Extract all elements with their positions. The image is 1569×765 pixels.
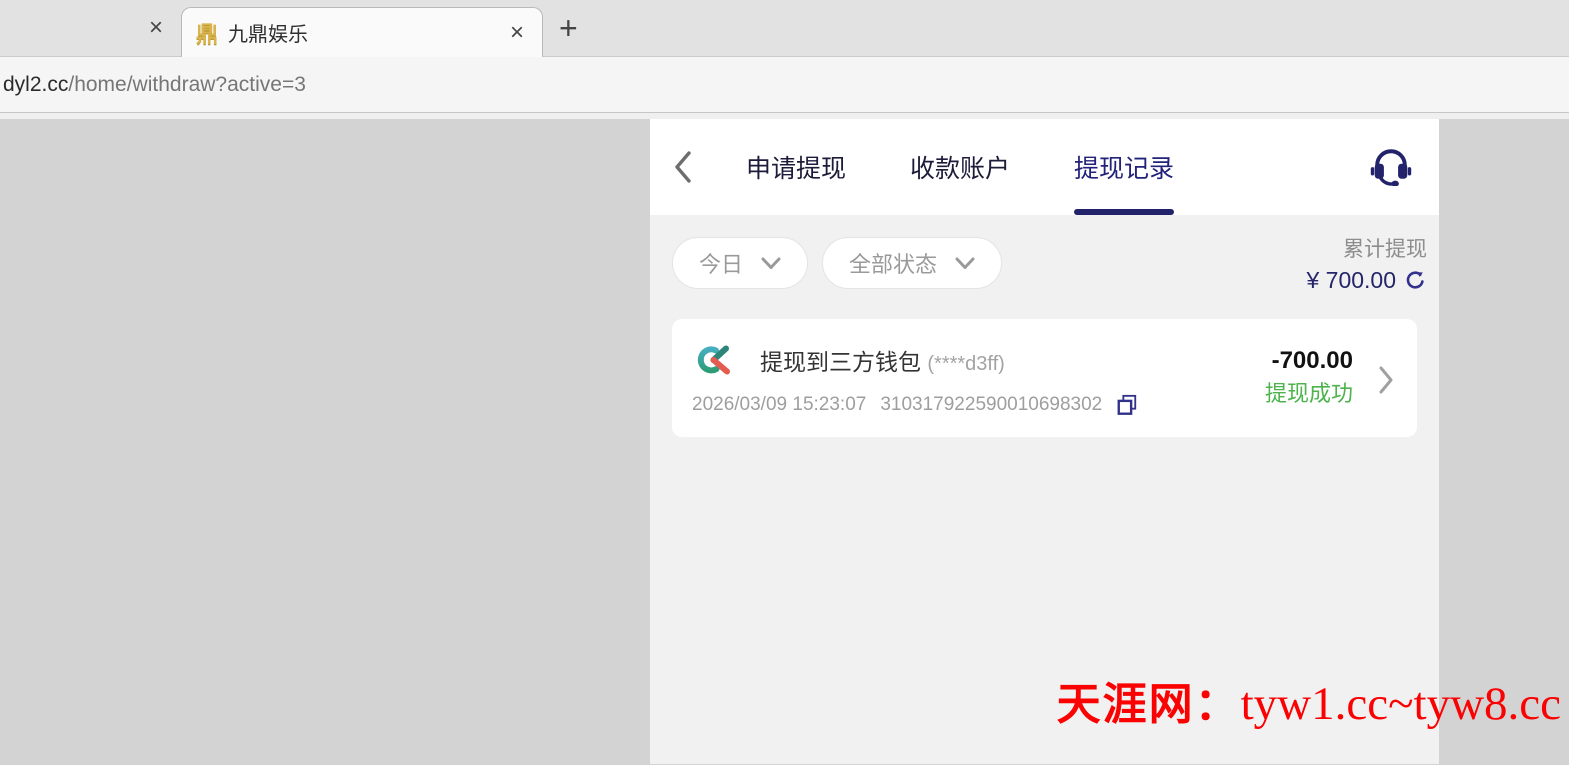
back-button[interactable] — [650, 150, 716, 184]
ck-logo-icon — [697, 345, 730, 375]
chevron-down-icon — [761, 257, 781, 269]
page-content: 申请提现 收款账户 提现记录 今日 全部状态 累计提现 ¥ 700.00 提现到… — [0, 113, 1569, 764]
record-amount-block: -700.00 提现成功 — [1265, 347, 1353, 413]
status-filter-dropdown[interactable]: 全部状态 — [822, 237, 1003, 289]
url-domain: dyl2.cc — [3, 72, 69, 96]
copy-icon[interactable] — [1116, 393, 1138, 417]
url-text[interactable]: dyl2.cc/home/withdraw?active=3 — [3, 73, 306, 97]
panel-header: 申请提现 收款账户 提现记录 — [650, 119, 1439, 215]
watermark-text: 天涯网：tyw1.cc~tyw8.cc — [1057, 668, 1561, 732]
refresh-icon[interactable] — [1404, 269, 1427, 292]
tab-receiving-account[interactable]: 收款账户 — [908, 119, 1012, 215]
record-amount: -700.00 — [1271, 347, 1353, 374]
record-order-number: 310317922590010698302 — [880, 394, 1103, 415]
headset-icon — [1370, 148, 1412, 187]
url-path: /home/withdraw?active=3 — [68, 72, 306, 96]
tab-withdraw-records[interactable]: 提现记录 — [1072, 119, 1176, 215]
tab-label: 提现记录 — [1074, 155, 1175, 183]
watermark-urls: tyw1.cc~tyw8.cc — [1240, 678, 1561, 730]
tab-label: 申请提现 — [746, 155, 847, 183]
filter-row: 今日 全部状态 累计提现 ¥ 700.00 — [650, 215, 1439, 297]
chevron-left-icon — [675, 151, 691, 183]
browser-tab-strip: × 鼎 九鼎娱乐 × + — [0, 0, 1569, 57]
customer-service-button[interactable] — [1369, 144, 1413, 191]
withdraw-summary: 累计提现 ¥ 700.00 — [1306, 237, 1427, 297]
tab-apply-withdraw[interactable]: 申请提现 — [744, 119, 848, 215]
watermark-prefix: 天涯网： — [1056, 680, 1241, 729]
browser-tab-active[interactable]: 鼎 九鼎娱乐 × — [181, 7, 543, 57]
close-icon[interactable]: × — [143, 15, 169, 40]
record-title: 提现到三方钱包 (****d3ff) — [760, 349, 1005, 375]
date-filter-dropdown[interactable]: 今日 — [672, 237, 809, 289]
tab-label: 收款账户 — [910, 155, 1011, 183]
summary-label: 累计提现 — [1343, 238, 1427, 261]
gold-emblem-icon: 鼎 — [196, 21, 219, 47]
record-datetime: 2026/03/09 15:23:07 — [692, 394, 867, 415]
close-icon[interactable]: × — [504, 20, 530, 45]
browser-tab-previous[interactable]: × — [0, 0, 181, 56]
summary-amount: ¥ 700.00 — [1306, 267, 1396, 293]
chevron-down-icon — [955, 257, 975, 269]
date-filter-value: 今日 — [699, 252, 744, 277]
active-tab-underline — [1074, 209, 1175, 215]
status-filter-value: 全部状态 — [849, 252, 938, 277]
withdraw-record-card[interactable]: 提现到三方钱包 (****d3ff) 2026/03/09 15:23:07 3… — [672, 319, 1417, 437]
tab-title: 九鼎娱乐 — [228, 24, 309, 46]
new-tab-button[interactable]: + — [559, 12, 578, 44]
chevron-right-icon[interactable] — [1377, 364, 1395, 396]
record-main: 提现到三方钱包 (****d3ff) 2026/03/09 15:23:07 3… — [692, 343, 1253, 417]
record-status: 提现成功 — [1264, 381, 1353, 406]
url-bar[interactable]: dyl2.cc/home/withdraw?active=3 — [0, 57, 1569, 113]
record-account-masked: (****d3ff) — [927, 353, 1005, 375]
withdraw-nav-tabs: 申请提现 收款账户 提现记录 — [744, 119, 1176, 215]
